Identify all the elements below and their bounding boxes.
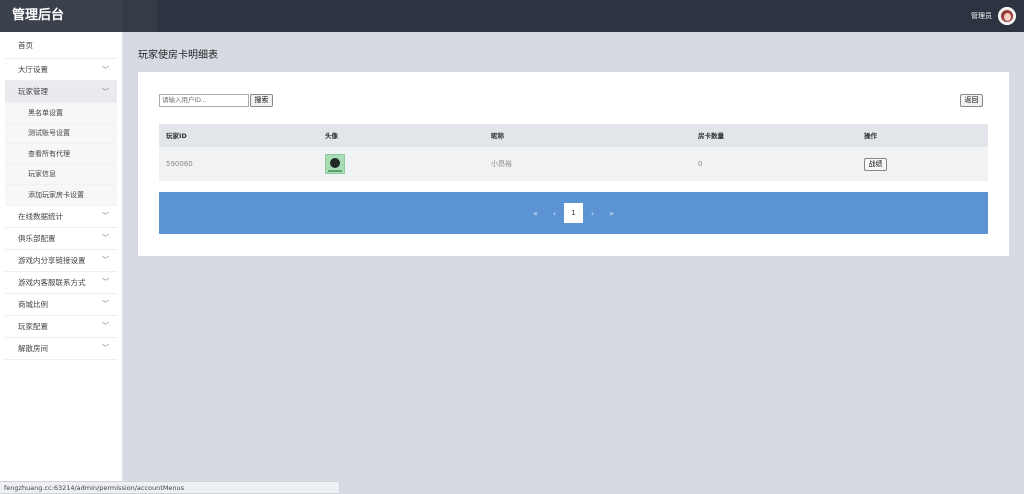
chevron-down-icon: ﹀ (102, 65, 109, 74)
sidebar-subitem-label: 黑名单设置 (28, 108, 63, 117)
column-header-room-cards[interactable]: 房卡数量 (698, 130, 864, 140)
chevron-down-icon: ﹀ (102, 278, 109, 286)
sidebar-item-label: 俱乐部配置 (18, 233, 56, 243)
user-menu[interactable]: 管理员 (971, 0, 1016, 32)
pagination: « ‹ 1 › » (159, 192, 988, 234)
sidebar-item-label: 在线数据统计 (18, 211, 63, 221)
chevron-down-icon: ﹀ (102, 256, 109, 264)
top-bar: 管理后台 管理员 (0, 0, 1024, 32)
cell-actions: 战绩 (864, 157, 988, 171)
cell-player-id: 590060 (166, 160, 193, 168)
avatar[interactable] (998, 7, 1016, 25)
search-input[interactable] (159, 94, 249, 107)
chevron-down-icon: ﹀ (102, 87, 109, 96)
player-avatar-image (325, 154, 345, 174)
sidebar-subitem-label: 查看所有代理 (28, 149, 70, 158)
chevron-down-icon: ﹀ (102, 234, 109, 242)
sidebar-item-lobby-settings[interactable]: 大厅设置 ﹀ (5, 59, 117, 81)
sidebar-item-label: 解散房间 (18, 343, 48, 353)
chevron-down-icon: ﹀ (102, 344, 109, 352)
avatar-caption-strip (328, 170, 342, 172)
sidebar-subitem-label: 玩家信息 (28, 170, 56, 179)
column-header-actions: 操作 (864, 132, 877, 140)
sidebar-item-label: 大厅设置 (18, 65, 48, 74)
sidebar-item-label: 首页 (18, 40, 33, 50)
content-card: 搜索 返回 玩家ID 头像 昵称 房卡数量 操作 590060 小昂裕 0 战绩 (138, 72, 1009, 256)
table-header: 玩家ID 头像 昵称 房卡数量 操作 (159, 124, 988, 146)
prev-page-button[interactable]: ‹ (545, 203, 564, 223)
chevron-down-icon: ﹀ (102, 300, 109, 308)
sidebar-item-label: 游戏内分享链接设置 (18, 255, 86, 265)
record-button[interactable]: 战绩 (864, 157, 887, 171)
records-table: 玩家ID 头像 昵称 房卡数量 操作 590060 小昂裕 0 战绩 (159, 124, 988, 181)
user-name[interactable]: 管理员 (971, 11, 992, 21)
sidebar-item-share-link[interactable]: 游戏内分享链接设置 ﹀ (5, 250, 117, 272)
sidebar-item-online-stats[interactable]: 在线数据统计 ﹀ (5, 206, 117, 228)
sidebar-item-player-management[interactable]: 玩家管理 ﹀ (5, 81, 117, 103)
sidebar-item-dissolve-room[interactable]: 解散房间 ﹀ (5, 338, 117, 360)
sidebar-item-label: 玩家配置 (18, 321, 48, 331)
sidebar-item-label: 玩家管理 (18, 87, 48, 96)
sidebar-subitem-player-info[interactable]: 玩家信息 (5, 164, 117, 185)
cell-nickname: 小昂裕 (491, 160, 512, 168)
sidebar-item-label: 游戏内客服联系方式 (18, 277, 86, 287)
cell-avatar (325, 154, 491, 174)
sidebar-item-club-config[interactable]: 俱乐部配置 ﹀ (5, 228, 117, 250)
sidebar-item-player-config[interactable]: 玩家配置 ﹀ (5, 316, 117, 338)
sidebar-subitem-label: 添加玩家房卡设置 (28, 190, 84, 199)
page-title: 玩家使房卡明细表 (138, 50, 218, 61)
last-page-button[interactable]: » (602, 203, 621, 223)
chevron-down-icon: ﹀ (102, 212, 109, 220)
sidebar-item-label: 商城比例 (18, 299, 48, 309)
sidebar-subitem-label: 测试账号设置 (28, 129, 70, 138)
sidebar-subitem-blacklist[interactable]: 黑名单设置 (5, 103, 117, 124)
column-header-avatar[interactable]: 头像 (325, 130, 491, 140)
sidebar-toggle[interactable] (123, 0, 157, 32)
search-button[interactable]: 搜索 (250, 94, 273, 107)
sidebar-item-support-contact[interactable]: 游戏内客服联系方式 ﹀ (5, 272, 117, 294)
sidebar-item-home[interactable]: 首页 (5, 32, 117, 59)
column-header-player-id[interactable]: 玩家ID (159, 130, 325, 140)
sidebar-subitem-all-agents[interactable]: 查看所有代理 (5, 144, 117, 165)
cell-room-cards: 0 (698, 160, 703, 168)
back-button[interactable]: 返回 (960, 94, 983, 107)
sidebar: 首页 大厅设置 ﹀ 玩家管理 ﹀ 黑名单设置 测试账号设置 查看所有代理 玩家信… (0, 32, 123, 494)
sidebar-item-shop-ratio[interactable]: 商城比例 ﹀ (5, 294, 117, 316)
column-header-nickname[interactable]: 昵称 (491, 130, 698, 140)
avatar-face (1004, 13, 1011, 21)
table-row: 590060 小昂裕 0 战绩 (159, 146, 988, 181)
sidebar-subitem-test-accounts[interactable]: 测试账号设置 (5, 123, 117, 144)
first-page-button[interactable]: « (526, 203, 545, 223)
current-page-button[interactable]: 1 (564, 203, 583, 223)
next-page-button[interactable]: › (583, 203, 602, 223)
chevron-down-icon: ﹀ (102, 322, 109, 330)
status-bar-url: fengzhuang.cc:63214/admin/permission/acc… (0, 481, 340, 494)
sidebar-subitem-add-room-cards[interactable]: 添加玩家房卡设置 (5, 185, 117, 206)
avatar-figure (330, 158, 340, 168)
